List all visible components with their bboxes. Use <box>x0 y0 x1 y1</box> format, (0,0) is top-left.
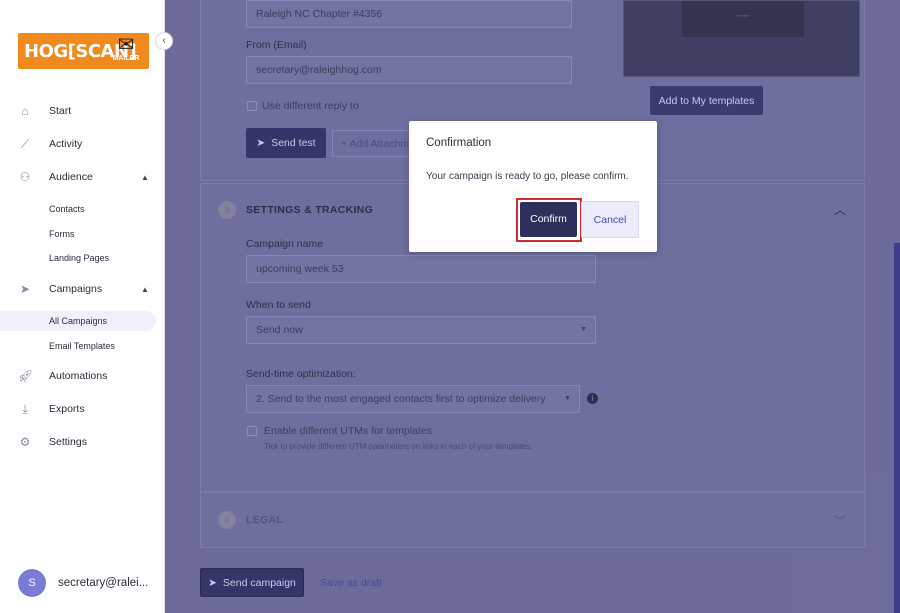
send-campaign-label: Send campaign <box>222 576 296 589</box>
when-to-send-value: Send now <box>256 324 303 336</box>
nav-exports[interactable]: ⤓ Exports <box>0 398 165 420</box>
nav-exports-label: Exports <box>49 403 85 415</box>
send-test-label: Send test <box>271 137 316 149</box>
chevron-down-icon: ▼ <box>580 326 587 333</box>
info-icon[interactable]: i <box>587 393 598 404</box>
gear-icon: ⚙ <box>19 435 31 449</box>
dialog-message: Your campaign is ready to go, please con… <box>426 171 629 182</box>
add-to-templates-button[interactable]: Add to My templates <box>650 86 763 115</box>
cancel-button[interactable]: Cancel <box>581 201 639 238</box>
utm-label: Enable different UTMs for templates <box>264 425 432 437</box>
nav-email-templates[interactable]: Email Templates <box>0 336 165 356</box>
nav-email-templates-label: Email Templates <box>49 341 115 351</box>
step-number: 4 <box>218 511 236 529</box>
sto-select[interactable]: 2. Send to the most engaged contacts fir… <box>246 385 580 413</box>
reply-to-label: Use different reply to <box>262 100 359 112</box>
preview-thumbnail: ▪▪▪▪▪▪▪▪▪ <box>682 1 804 37</box>
paper-plane-icon: ➤ <box>256 137 266 149</box>
campaign-name-label: Campaign name <box>246 238 324 250</box>
activity-chart-icon: ⟋ <box>20 137 30 151</box>
nav-all-campaigns[interactable]: All Campaigns <box>0 311 156 331</box>
home-icon: ⌂ <box>21 104 29 118</box>
nav-contacts[interactable]: Contacts <box>0 199 165 219</box>
save-draft-link[interactable]: Save as draft <box>320 577 382 589</box>
legal-card: 4 LEGAL ﹀ <box>200 492 865 548</box>
nav-activity-label: Activity <box>49 138 83 150</box>
nav-automations[interactable]: 🚀︎ Automations <box>0 365 165 387</box>
chevron-down-icon: ▼ <box>564 395 571 402</box>
user-email: secretary@ralei... <box>58 577 149 589</box>
reply-to-checkbox[interactable] <box>247 101 257 111</box>
when-to-send-select[interactable]: Send now ▼ <box>246 316 596 344</box>
nav-audience-label: Audience <box>49 171 93 183</box>
logo-sub: MAILER <box>112 55 140 62</box>
download-icon: ⤓ <box>22 402 28 416</box>
campaign-name-input[interactable]: upcoming week 53 <box>246 255 596 283</box>
chevron-up-icon: ▲ <box>141 284 149 294</box>
sto-label: Send-time optimization: <box>246 368 356 380</box>
chevron-up-icon[interactable]: ︿ <box>834 201 846 218</box>
user-account[interactable]: S secretary@ralei... <box>18 569 148 597</box>
main-content: Raleigh NC Chapter #4356 From (Email) se… <box>165 0 900 613</box>
nav-forms[interactable]: Forms <box>0 224 165 244</box>
nav-settings[interactable]: ⚙ Settings <box>0 431 165 453</box>
template-preview: ▪▪▪▪▪▪▪▪▪ <box>623 0 860 77</box>
nav-activity[interactable]: ⟋ Activity <box>0 133 165 155</box>
nav-start-label: Start <box>49 105 72 117</box>
envelope-icon: ✉ MAILER <box>112 34 140 62</box>
sto-value: 2. Send to the most engaged contacts fir… <box>256 393 546 405</box>
plus-icon: + <box>341 138 348 150</box>
nav-audience[interactable]: ⚇ Audience ▲ <box>0 166 165 188</box>
from-email-input[interactable]: secretary@raleighhog.com <box>246 56 572 84</box>
utm-hint: Tick to provide different UTM parameters… <box>264 442 533 451</box>
nav-all-campaigns-label: All Campaigns <box>49 316 108 326</box>
nav-campaigns[interactable]: ➤ Campaigns ▲ <box>0 278 165 300</box>
from-name-input[interactable]: Raleigh NC Chapter #4356 <box>246 0 572 28</box>
when-to-send-label: When to send <box>246 299 311 311</box>
nav-campaigns-label: Campaigns <box>49 283 103 295</box>
nav-forms-label: Forms <box>49 229 75 239</box>
step-number: 3 <box>218 201 236 219</box>
nav-landing-pages[interactable]: Landing Pages <box>0 248 165 268</box>
app-logo[interactable]: HOG[SCAN] ✉ MAILER <box>18 33 149 69</box>
nav-landing-pages-label: Landing Pages <box>49 253 110 263</box>
section-title: SETTINGS & TRACKING <box>246 204 374 216</box>
add-attachment-button[interactable]: + Add Attachm <box>332 130 410 157</box>
chevron-up-icon: ▲ <box>141 172 149 182</box>
collapse-sidebar-button[interactable]: ‹ <box>155 32 173 50</box>
dot-pattern <box>790 470 890 610</box>
nav-start[interactable]: ⌂ Start <box>0 100 165 122</box>
avatar: S <box>18 569 46 597</box>
legal-title: LEGAL <box>246 514 284 526</box>
add-attachment-label: Add Attachm <box>349 138 410 150</box>
from-email-label: From (Email) <box>246 39 307 51</box>
send-test-button[interactable]: ➤ Send test <box>246 128 326 158</box>
nav-automations-label: Automations <box>49 370 108 382</box>
rocket-icon: 🚀︎ <box>18 369 34 383</box>
send-campaign-button[interactable]: ➤ Send campaign <box>200 568 304 597</box>
nav-settings-label: Settings <box>49 436 87 448</box>
dialog-title: Confirmation <box>426 137 492 149</box>
sidebar: HOG[SCAN] ✉ MAILER ⌂ Start ⟋ Activity ⚇ … <box>0 0 165 613</box>
paper-plane-icon: ➤ <box>208 576 217 589</box>
confirm-button[interactable]: Confirm <box>520 202 577 237</box>
confirmation-dialog: Confirmation Your campaign is ready to g… <box>409 121 657 252</box>
nav-contacts-label: Contacts <box>49 204 85 214</box>
users-icon: ⚇ <box>19 170 31 184</box>
utm-checkbox[interactable] <box>247 426 257 436</box>
send-icon: ➤ <box>19 282 31 296</box>
scrollbar[interactable] <box>894 243 900 613</box>
